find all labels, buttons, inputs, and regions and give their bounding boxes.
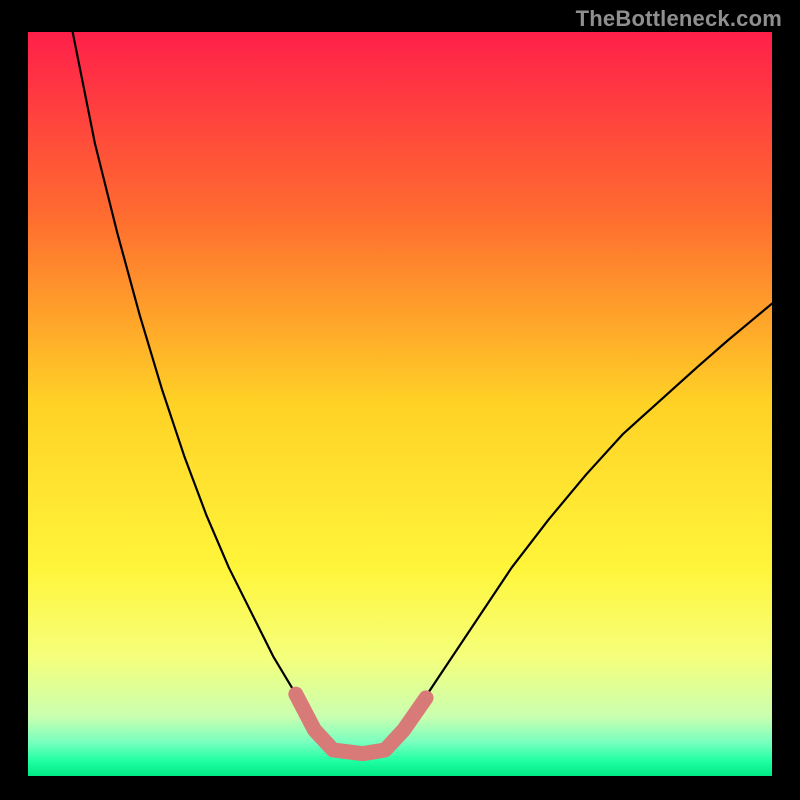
chart-container: TheBottleneck.com	[0, 0, 800, 800]
series-left-branch	[73, 32, 315, 730]
plot-area	[28, 32, 772, 776]
series-right-branch	[404, 304, 772, 730]
highlight-band	[296, 694, 426, 754]
watermark-label: TheBottleneck.com	[576, 6, 782, 32]
curve-layer	[28, 32, 772, 776]
